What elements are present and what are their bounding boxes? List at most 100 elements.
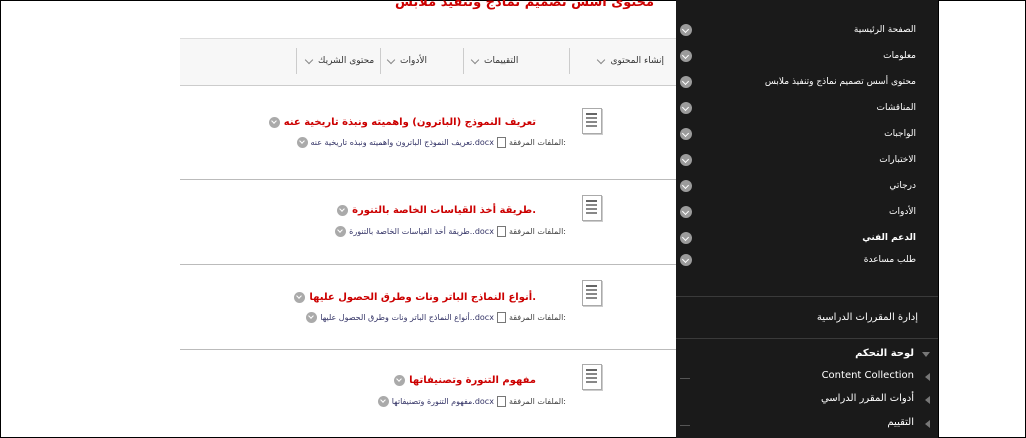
tools-menu[interactable]: الأدوات [386,50,427,72]
options-chevron-icon[interactable] [268,117,280,128]
chevron-down-icon[interactable] [680,50,692,62]
sidebar-item-label[interactable]: معلومات [883,51,916,61]
sidebar-item-label[interactable]: الواجبات [884,129,916,139]
content-item: مفهوم التنورة وتصنيفاتها مفهوم التنورة و… [180,350,676,436]
chevron-down-icon[interactable] [680,128,692,140]
item-title-text[interactable]: مفهوم التنورة وتصنيفاتها [409,375,536,386]
chevron-down-icon[interactable] [680,76,692,88]
chevron-down-icon[interactable] [680,24,692,36]
item-title[interactable]: أنواع النماذج الباتر ونات وطرق الحصول عل… [294,292,536,303]
course-sidebar: الصفحة الرئيسية معلومات محتوى أسس تصميم … [676,0,938,438]
sidebar-item-label[interactable]: الاختبارات [879,155,916,165]
chevron-down-icon[interactable] [680,154,692,166]
sidebar-item-tests[interactable]: الاختبارات [676,147,916,173]
file-icon [496,312,506,323]
sidebar-divider [676,338,938,339]
sidebar-item-course-content[interactable]: محتوى أسس تصميم نماذج وتنفيذ ملابس [676,69,916,95]
caret-left-icon[interactable] [925,420,930,428]
sidebar-item-label[interactable]: المناقشات [877,103,916,113]
assessments-menu[interactable]: التقييمات [470,50,519,72]
file-icon [496,396,506,407]
content-item: طريقة أخذ القياسات الخاصة بالتنورة. طريق… [180,180,676,265]
sidebar-item-label[interactable]: محتوى أسس تصميم نماذج وتنفيذ ملابس [765,77,916,87]
file-link[interactable]: تعريف النموذج الباترون واهميته ونبذه تار… [311,138,494,147]
content-item: تعريف النموذج (الباترون) واهميته ونبذة ت… [180,95,676,180]
caret-left-icon[interactable] [925,373,930,381]
sidebar-item-home[interactable]: الصفحة الرئيسية [676,17,916,43]
chevron-down-icon[interactable] [680,180,692,192]
document-icon [582,195,602,221]
attached-files-label: الملفات المرفقة: [508,313,566,322]
item-title[interactable]: مفهوم التنورة وتصنيفاتها [394,375,536,386]
options-chevron-icon[interactable] [306,312,318,323]
attached-files-label: الملفات المرفقة: [508,227,566,236]
attached-files-label: الملفات المرفقة: [508,138,566,147]
course-tools-item[interactable]: أدوات المقرر الدراسي [821,393,914,404]
item-title[interactable]: تعريف النموذج (الباترون) واهميته ونبذة ت… [268,117,536,128]
sidebar-item-tools[interactable]: الأدوات [676,199,916,225]
file-link[interactable]: أنواع النماذج الباتر ونات وطرق الحصول عل… [320,313,494,322]
toolbar-separator [569,48,570,74]
create-content-label: إنشاء المحتوى [610,56,664,66]
sidebar-item-my-grades[interactable]: درجاتي [676,173,916,199]
dash-icon [680,425,690,426]
chevron-down-icon [597,55,606,64]
sidebar-item-label[interactable]: الصفحة الرئيسية [854,25,916,35]
document-icon [582,108,602,134]
caret-left-icon[interactable] [925,396,930,404]
content-item: أنواع النماذج الباتر ونات وطرق الحصول عل… [180,265,676,350]
course-management-title: إدارة المقررات الدراسية [816,312,918,323]
chevron-down-icon[interactable] [680,254,692,266]
document-icon [582,280,602,306]
sidebar-item-help-request[interactable]: طلب مساعدة [676,247,916,273]
chevron-down-icon[interactable] [680,206,692,218]
chevron-down-icon [386,55,396,64]
toolbar-separator [380,48,381,74]
attached-files-label: الملفات المرفقة: [508,397,566,406]
sidebar-item-discussions[interactable]: المناقشات [676,95,916,121]
assessments-label: التقييمات [484,56,519,66]
sidebar-item-information[interactable]: معلومات [676,43,916,69]
page-title: محتوى أسس تصميم نماذج وتنفيذ ملابس [395,0,655,10]
file-icon [496,137,506,148]
sidebar-divider [676,296,938,297]
options-chevron-icon[interactable] [296,137,308,148]
item-title-text[interactable]: طريقة أخذ القياسات الخاصة بالتنورة. [352,205,536,216]
attached-files: طريقة أخذ القياسات الخاصة بالتنورة..docx… [335,226,566,237]
sidebar-item-label[interactable]: الأدوات [889,207,916,217]
sidebar-item-label[interactable]: طلب مساعدة [864,255,916,265]
dash-icon [680,378,690,379]
options-chevron-icon[interactable] [335,226,347,237]
toolbar-separator [463,48,464,74]
file-icon [496,226,506,237]
file-link[interactable]: طريقة أخذ القياسات الخاصة بالتنورة..docx [349,227,494,236]
options-chevron-icon[interactable] [394,375,406,386]
evaluation-item[interactable]: التقييم [887,417,914,428]
item-title-text[interactable]: تعريف النموذج (الباترون) واهميته ونبذة ت… [284,117,536,128]
partner-content-label: محتوى الشريك [318,56,375,66]
caret-down-icon[interactable] [922,352,930,357]
file-link[interactable]: مفهوم التنورة وتصنيفاتها.docx [392,397,494,406]
sidebar-item-label[interactable]: درجاتي [889,181,916,191]
sidebar-item-assignments[interactable]: الواجبات [676,121,916,147]
attached-files: مفهوم التنورة وتصنيفاتها.docx الملفات الم… [377,396,566,407]
attached-files: تعريف النموذج الباترون واهميته ونبذه تار… [296,137,566,148]
options-chevron-icon[interactable] [377,396,389,407]
content-collection-item[interactable]: Content Collection [822,370,914,381]
control-panel-item[interactable]: لوحة التحكم [855,348,914,359]
frame-divider [938,0,939,438]
options-chevron-icon[interactable] [337,205,349,216]
document-icon [582,364,602,390]
item-title[interactable]: طريقة أخذ القياسات الخاصة بالتنورة. [337,205,536,216]
options-chevron-icon[interactable] [294,292,306,303]
chevron-down-icon [304,55,314,64]
tools-label: الأدوات [400,56,427,66]
create-content-menu[interactable]: إنشاء المحتوى [597,50,664,72]
chevron-down-icon [470,55,480,64]
chevron-down-icon[interactable] [680,232,692,244]
sidebar-item-label[interactable]: الدعم الفني [862,233,916,243]
chevron-down-icon[interactable] [680,102,692,114]
partner-content-menu[interactable]: محتوى الشريك [304,50,375,72]
frame-border-left [0,0,1,438]
item-title-text[interactable]: أنواع النماذج الباتر ونات وطرق الحصول عل… [309,292,536,303]
